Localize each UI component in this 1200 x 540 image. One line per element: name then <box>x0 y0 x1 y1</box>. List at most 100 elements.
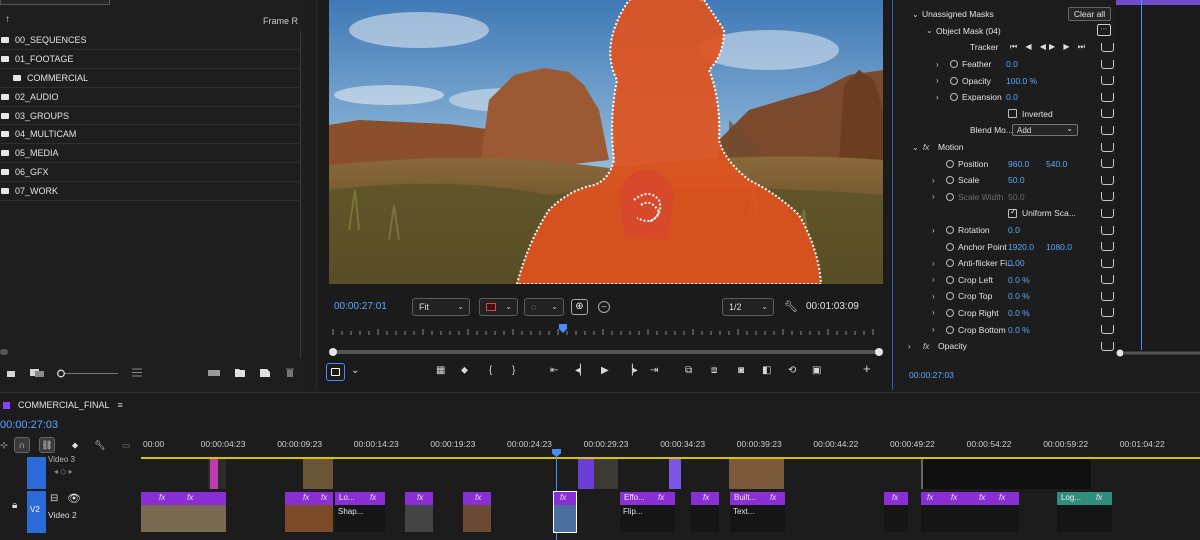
fx-badge[interactable]: fx <box>951 493 957 502</box>
volume-icon[interactable]: 🔈︎ <box>815 365 821 377</box>
stopwatch-icon[interactable] <box>946 242 954 251</box>
reset-icon[interactable] <box>1101 142 1114 152</box>
video-preview[interactable] <box>329 0 883 284</box>
captions-icon[interactable]: ▭ <box>118 437 134 453</box>
timeline-clip[interactable]: fx <box>884 492 908 532</box>
effect-property-row[interactable]: Blend Mo... Add ⌄ <box>908 122 1118 139</box>
go-to-out-icon[interactable]: ⇥ <box>650 365 658 377</box>
trash-icon[interactable] <box>285 368 295 377</box>
sort-icon[interactable] <box>132 368 142 377</box>
stopwatch-icon[interactable] <box>946 308 954 317</box>
chevron-right-icon[interactable]: › <box>932 176 935 185</box>
fx-badge[interactable]: fx <box>892 493 898 502</box>
bin-item[interactable]: 01_FOOTAGE <box>0 50 300 69</box>
extract-icon[interactable]: ⧈ <box>711 365 717 377</box>
tracker-controls[interactable]: ⏮ ◀ ◀▶ ▶ ⏭ <box>1010 42 1088 52</box>
effect-timecode[interactable]: 00:00:27:03 <box>909 370 954 380</box>
stopwatch-icon[interactable] <box>946 192 954 201</box>
hamburger-menu-icon[interactable]: ≡ <box>118 400 123 410</box>
reset-icon[interactable] <box>1101 109 1114 119</box>
stopwatch-icon[interactable] <box>946 292 954 301</box>
fx-badge[interactable]: fx <box>321 493 327 502</box>
lock-icon[interactable]: 🔒︎ <box>12 500 17 511</box>
chevron-right-icon[interactable]: › <box>908 342 911 351</box>
bin-item[interactable]: 00_SEQUENCES <box>0 31 300 50</box>
circle-minus-icon[interactable]: – <box>598 301 610 313</box>
keyframe-nav-icon[interactable]: ◂ ◇ ▸ <box>54 467 73 476</box>
timeline-clip[interactable]: Effo... fx Flip... <box>620 492 675 532</box>
reset-icon[interactable] <box>1101 76 1114 86</box>
chevron-right-icon[interactable]: › <box>932 292 935 301</box>
chevron-right-icon[interactable]: › <box>936 76 939 85</box>
insert-toggle[interactable]: ⊹ <box>0 437 8 453</box>
stopwatch-icon[interactable] <box>950 93 958 102</box>
chevron-down-icon[interactable]: ⌄ <box>912 10 919 19</box>
timeline-clip[interactable]: fx <box>463 492 491 532</box>
reset-icon[interactable] <box>1101 42 1114 52</box>
chevron-right-icon[interactable]: › <box>932 275 935 284</box>
reset-icon[interactable] <box>1101 208 1114 218</box>
effect-property-row[interactable]: Uniform Sca... <box>908 205 1118 222</box>
effect-property-row[interactable]: Position 960.0 540.0 <box>908 155 1118 172</box>
property-value[interactable]: 50.0 <box>1008 175 1025 185</box>
effect-property-row[interactable]: › Scale Width 50.0 <box>908 189 1118 206</box>
property-value[interactable]: 0.0 % <box>1008 291 1030 301</box>
property-value[interactable]: 0.0 % <box>1008 275 1030 285</box>
property-value-2[interactable]: 540.0 <box>1046 159 1067 169</box>
chevron-down-icon[interactable]: ⌄ <box>926 26 933 35</box>
effect-property-row[interactable]: Anchor Point 1920.0 1080.0 <box>908 238 1118 255</box>
reset-icon[interactable] <box>1101 275 1114 285</box>
effect-property-row[interactable]: › Rotation 0.0 <box>908 222 1118 239</box>
chevron-right-icon[interactable]: › <box>932 308 935 317</box>
reset-icon[interactable] <box>1101 59 1114 69</box>
go-to-in-icon[interactable]: ⇤ <box>550 365 558 377</box>
fx-badge[interactable]: fx <box>560 493 566 502</box>
time-ruler[interactable] <box>329 322 883 336</box>
step-back-icon[interactable]: ◂▏ <box>575 365 588 377</box>
chevron-right-icon[interactable]: › <box>932 259 935 268</box>
effect-property-row[interactable]: › Crop Top 0.0 % <box>908 288 1118 305</box>
effect-property-row[interactable]: › Anti-flicker Fi... 0.00 <box>908 255 1118 272</box>
timeline-clip[interactable]: fx <box>553 491 577 533</box>
effect-playhead[interactable] <box>1141 0 1142 350</box>
fx-icon[interactable]: fx <box>923 342 929 351</box>
stopwatch-icon[interactable] <box>950 76 958 85</box>
fx-badge[interactable]: fx <box>475 493 481 502</box>
property-value[interactable]: 0.0 % <box>1008 308 1030 318</box>
property-value[interactable]: 100.0 % <box>1006 76 1037 86</box>
reset-icon[interactable] <box>1101 291 1114 301</box>
timeline-clip[interactable] <box>669 459 681 489</box>
wrench-icon[interactable]: 🔧︎ <box>92 437 108 453</box>
frame-rate-column-header[interactable]: Frame R <box>263 16 298 26</box>
bin-item[interactable]: 03_GROUPS <box>0 107 300 126</box>
target-track-v2[interactable]: V2 <box>27 491 46 533</box>
reset-icon[interactable] <box>1101 242 1114 252</box>
checkbox[interactable] <box>1008 207 1017 218</box>
timeline-clip[interactable] <box>578 459 618 489</box>
reset-icon[interactable] <box>1101 92 1114 102</box>
timeline-clip[interactable]: fx fx <box>285 492 333 532</box>
timeline-clip[interactable]: Lo... fx Shap... <box>335 492 385 532</box>
effect-controls-timeline[interactable] <box>1116 0 1200 355</box>
fx-badge[interactable]: fx <box>187 493 193 502</box>
property-value[interactable]: 960.0 <box>1008 159 1029 169</box>
timeline-timecode[interactable]: 00:00:27:03 <box>0 419 58 431</box>
stopwatch-icon[interactable] <box>946 259 954 268</box>
fx-badge[interactable]: fx <box>979 493 985 502</box>
timeline-clip[interactable] <box>921 459 1091 489</box>
timeline-clip[interactable] <box>303 459 333 489</box>
camera-icon[interactable]: ◙ <box>738 365 744 377</box>
chevron-down-icon[interactable]: ⌄ <box>351 365 359 377</box>
chevron-right-icon[interactable]: › <box>932 226 935 235</box>
stopwatch-icon[interactable] <box>946 226 954 235</box>
fx-badge[interactable]: fx <box>999 493 1005 502</box>
timeline-clip[interactable]: fx <box>405 492 433 532</box>
effect-property-row[interactable]: › Crop Right 0.0 % <box>908 305 1118 322</box>
lift-icon[interactable]: ⧉ <box>685 365 692 377</box>
fx-badge[interactable]: fx <box>927 493 933 502</box>
button-editor-toggle[interactable] <box>326 363 345 381</box>
reset-icon[interactable] <box>1101 325 1114 335</box>
reset-icon[interactable] <box>1101 308 1114 318</box>
play-icon[interactable]: ▶ <box>601 365 609 377</box>
mark-out-icon[interactable]: } <box>512 365 515 377</box>
